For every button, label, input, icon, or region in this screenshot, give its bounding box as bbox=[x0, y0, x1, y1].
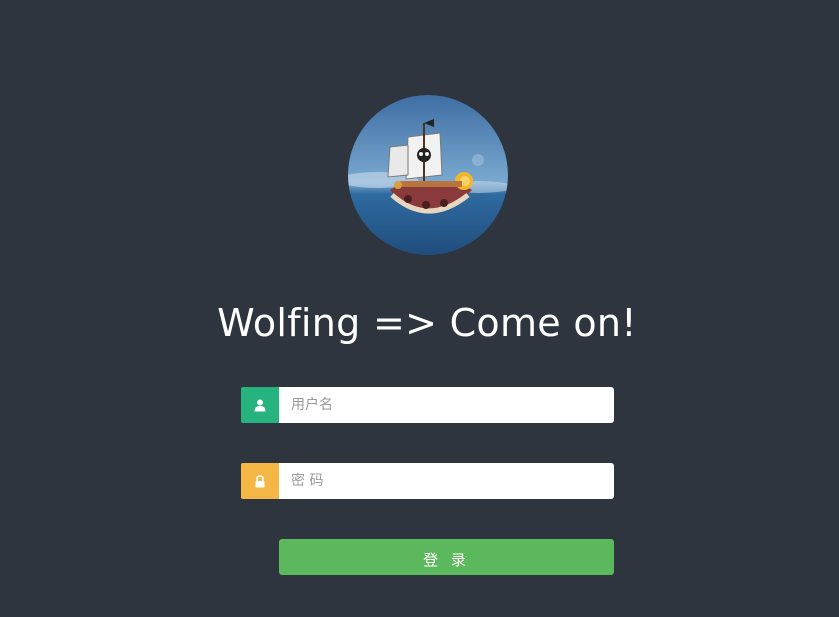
lock-icon bbox=[255, 474, 265, 487]
ship-image bbox=[348, 95, 508, 255]
password-addon bbox=[241, 463, 279, 499]
login-button[interactable]: 登 录 bbox=[279, 539, 614, 575]
password-input[interactable] bbox=[279, 463, 614, 499]
password-field bbox=[241, 463, 614, 499]
username-field bbox=[241, 387, 614, 423]
username-input[interactable] bbox=[279, 387, 614, 423]
username-addon bbox=[241, 387, 279, 423]
user-icon bbox=[254, 399, 266, 411]
page-title: Wolfing => Come on! bbox=[217, 301, 637, 345]
avatar bbox=[348, 95, 508, 255]
